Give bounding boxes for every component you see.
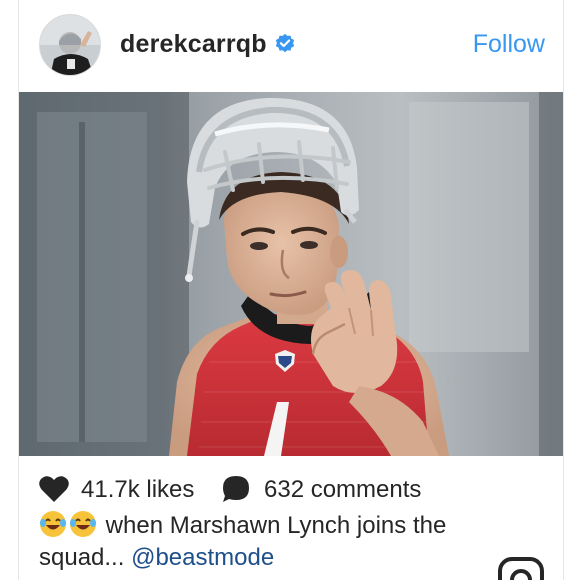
likes-count[interactable]: 41.7k likes [81,476,194,504]
post-photo[interactable] [19,92,563,456]
joy-emoji-icon [70,511,96,537]
post-header: derekcarrqb Follow [19,0,563,92]
comment-bubble-icon[interactable] [221,474,251,504]
follow-button[interactable]: Follow [473,30,545,59]
profile-avatar[interactable] [39,14,101,76]
caption-mention-link[interactable]: @beastmode [131,544,274,571]
verified-badge-icon [275,33,295,53]
post-actions: 41.7k likes 632 comments [19,470,563,510]
instagram-camera-icon[interactable] [497,556,545,580]
username[interactable]: derekcarrqb [120,30,267,59]
post-caption: when Marshawn Lynch joins the squad... @… [39,510,509,574]
joy-emoji-icon [40,511,66,537]
instagram-post-card: derekcarrqb Follow 41.7k likes 632 comme… [18,0,564,580]
comments-count[interactable]: 632 comments [264,476,421,504]
heart-icon[interactable] [39,475,69,503]
